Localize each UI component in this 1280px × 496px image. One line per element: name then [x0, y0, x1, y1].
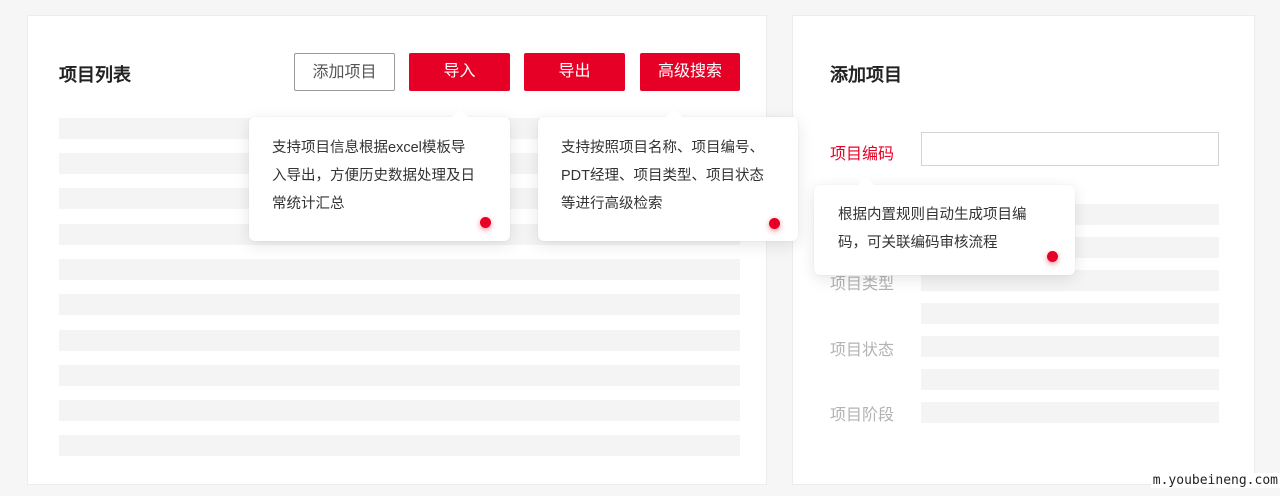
tooltip-arrow — [666, 109, 682, 117]
tooltip-text: 支持项目信息根据excel模板导 入导出，方便历史数据处理及日 常统计汇总 — [272, 134, 475, 218]
tooltip-line: 支持项目信息根据excel模板导 — [272, 140, 466, 156]
project-stage-field[interactable] — [921, 402, 1219, 423]
project-status-label: 项目状态 — [830, 342, 895, 359]
add-project-button[interactable]: 添加项目 — [294, 53, 395, 91]
tooltip-line: 根据内置规则自动生成项目编 — [838, 207, 1027, 223]
project-status-field[interactable] — [921, 336, 1219, 357]
add-project-title: 添加项目 — [830, 65, 902, 85]
table-row — [59, 365, 740, 386]
import-export-tooltip: 支持项目信息根据excel模板导 入导出，方便历史数据处理及日 常统计汇总 — [249, 109, 510, 241]
table-row — [59, 294, 740, 315]
table-row — [59, 400, 740, 421]
page-title: 项目列表 — [59, 65, 131, 85]
watermark: m.youbeineng.com — [1150, 473, 1280, 488]
project-stage-label: 项目阶段 — [830, 407, 895, 424]
hotspot-dot — [769, 218, 780, 229]
tooltip-text: 支持按照项目名称、项目编号、 PDT经理、项目类型、项目状态 等进行高级检索 — [561, 134, 764, 218]
table-row — [59, 259, 740, 280]
advanced-search-button[interactable]: 高级搜索 — [640, 53, 740, 91]
hotspot-dot — [480, 217, 491, 228]
export-button[interactable]: 导出 — [524, 53, 625, 91]
field-placeholder — [921, 369, 1219, 390]
tooltip-line: PDT经理、项目类型、项目状态 — [561, 168, 764, 184]
project-code-label: 项目编码 — [830, 146, 895, 163]
tooltip-line: 常统计汇总 — [272, 196, 345, 212]
tooltip-line: 入导出，方便历史数据处理及日 — [272, 168, 475, 184]
hotspot-dot — [1047, 251, 1058, 262]
tooltip-line: 码，可关联编码审核流程 — [838, 235, 998, 251]
advanced-search-tooltip: 支持按照项目名称、项目编号、 PDT经理、项目类型、项目状态 等进行高级检索 — [538, 109, 798, 241]
import-button[interactable]: 导入 — [409, 53, 510, 91]
field-placeholder — [921, 303, 1219, 324]
tooltip-arrow — [452, 109, 468, 117]
project-code-input[interactable] — [921, 132, 1219, 166]
project-code-tooltip: 根据内置规则自动生成项目编 码，可关联编码审核流程 — [814, 177, 1075, 275]
table-row — [59, 330, 740, 351]
table-row — [59, 435, 740, 456]
tooltip-line: 等进行高级检索 — [561, 196, 663, 212]
tooltip-text: 根据内置规则自动生成项目编 码，可关联编码审核流程 — [838, 201, 1027, 257]
tooltip-arrow — [858, 177, 874, 185]
tooltip-line: 支持按照项目名称、项目编号、 — [561, 140, 764, 156]
